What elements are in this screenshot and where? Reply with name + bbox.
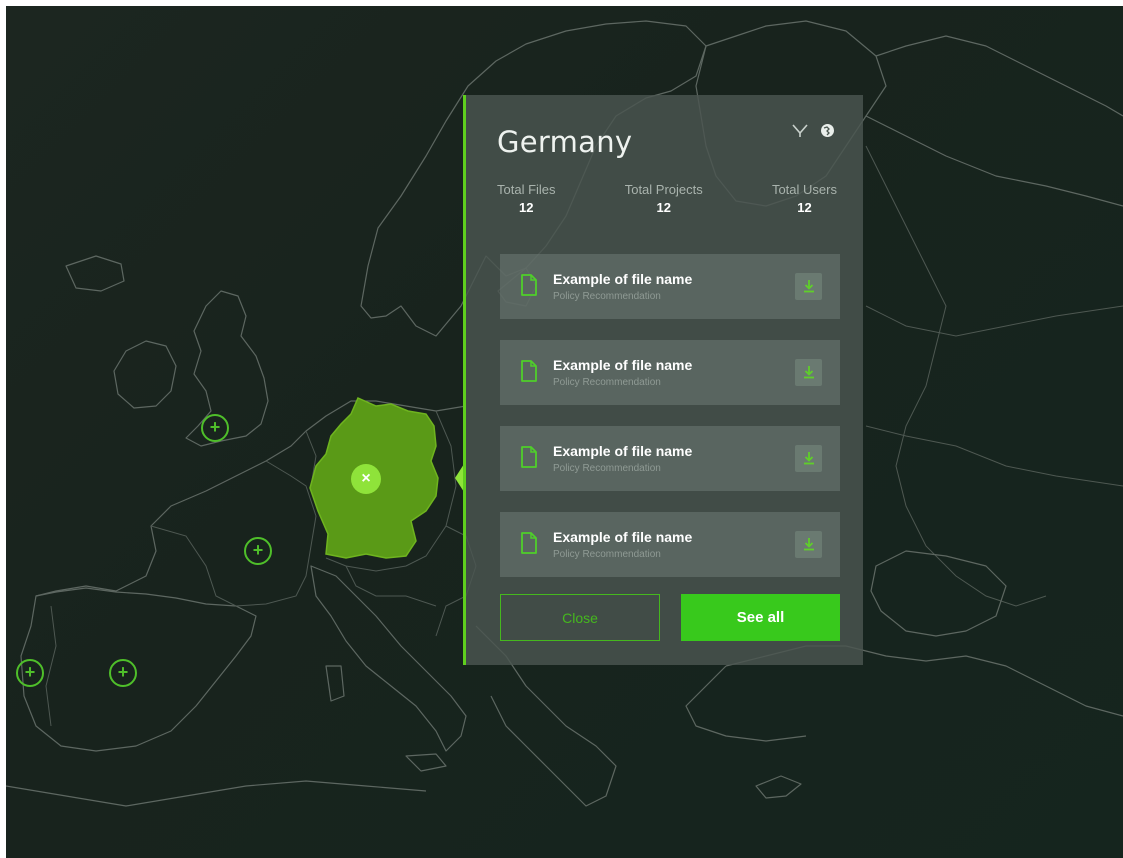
panel-actions: Close See all bbox=[500, 594, 840, 641]
file-row[interactable]: Example of file name Policy Recommendati… bbox=[500, 254, 840, 319]
stat-total-users: Total Users 12 bbox=[772, 182, 837, 215]
file-type: Policy Recommendation bbox=[553, 463, 661, 474]
stat-label: Total Users bbox=[771, 182, 837, 197]
see-all-button[interactable]: See all bbox=[681, 594, 840, 641]
stat-label: Total Files bbox=[497, 182, 556, 197]
stat-label: Total Projects bbox=[624, 182, 703, 197]
document-icon bbox=[520, 273, 538, 302]
file-type: Policy Recommendation bbox=[553, 549, 661, 560]
panel-header-icons bbox=[792, 123, 835, 138]
stat-value: 12 bbox=[656, 200, 671, 215]
download-icon bbox=[803, 366, 814, 379]
map-view: plus-icon+ + + + × Germany Total Files 1… bbox=[6, 6, 1123, 858]
download-icon bbox=[803, 452, 814, 465]
file-row[interactable]: Example of file name Policy Recommendati… bbox=[500, 340, 840, 405]
stats-row: Total Files 12 Total Projects 12 Total U… bbox=[497, 182, 837, 215]
stat-total-projects: Total Projects 12 bbox=[625, 182, 703, 215]
document-icon bbox=[520, 445, 538, 474]
map-marker-spain[interactable]: + bbox=[109, 659, 137, 687]
download-button[interactable] bbox=[795, 359, 822, 386]
map-marker-portugal[interactable]: + bbox=[16, 659, 44, 687]
file-name: Example of file name bbox=[553, 357, 693, 373]
filter-icon[interactable] bbox=[792, 123, 808, 138]
download-button[interactable] bbox=[795, 273, 822, 300]
map-marker-germany-selected[interactable]: × bbox=[351, 464, 381, 494]
download-icon bbox=[803, 538, 814, 551]
download-icon bbox=[803, 280, 814, 293]
file-list: Example of file name Policy Recommendati… bbox=[500, 254, 840, 598]
panel-title: Germany bbox=[497, 125, 633, 159]
download-button[interactable] bbox=[795, 445, 822, 472]
file-row[interactable]: Example of file name Policy Recommendati… bbox=[500, 426, 840, 491]
download-button[interactable] bbox=[795, 531, 822, 558]
close-icon: × bbox=[361, 470, 371, 487]
file-name: Example of file name bbox=[553, 443, 693, 459]
stat-value: 12 bbox=[797, 200, 812, 215]
stat-total-files: Total Files 12 bbox=[497, 182, 556, 215]
file-type: Policy Recommendation bbox=[553, 377, 661, 388]
document-icon bbox=[520, 531, 538, 560]
close-button[interactable]: Close bbox=[500, 594, 660, 641]
globe-icon[interactable] bbox=[820, 123, 835, 138]
file-type: Policy Recommendation bbox=[553, 291, 661, 302]
stat-value: 12 bbox=[519, 200, 534, 215]
file-name: Example of file name bbox=[553, 529, 693, 545]
file-row[interactable]: Example of file name Policy Recommendati… bbox=[500, 512, 840, 577]
country-detail-panel: Germany Total Files 12 Total Projects 12… bbox=[463, 95, 863, 665]
file-name: Example of file name bbox=[553, 271, 693, 287]
document-icon bbox=[520, 359, 538, 388]
map-marker-uk[interactable]: plus-icon+ bbox=[201, 414, 229, 442]
map-marker-france[interactable]: + bbox=[244, 537, 272, 565]
